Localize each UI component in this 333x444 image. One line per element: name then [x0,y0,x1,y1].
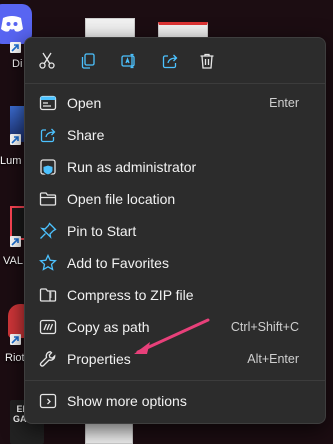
copy-icon [81,53,95,69]
desktop-icon-label: Di [12,58,23,70]
shortcut-arrow-icon [10,334,21,345]
wrench-icon [39,351,56,367]
open-icon [39,95,57,111]
scissors-icon [39,52,55,69]
annotation-arrow [134,318,210,354]
rename-button[interactable] [114,46,144,76]
file-thumbnail[interactable] [85,421,133,444]
menu-item-share[interactable]: Share [29,120,321,150]
delete-button[interactable] [192,46,222,76]
menu-separator [25,380,325,381]
desktop-icon-label: Riot [5,352,25,364]
menu-item-label: Properties [67,351,131,367]
shield-icon [40,159,56,176]
menu-item-run-as-administrator[interactable]: Run as administrator [29,152,321,182]
zip-folder-icon [39,288,57,302]
desktop-icon-label: VAL [3,255,23,267]
menu-item-open-file-location[interactable]: Open file location [29,184,321,214]
more-options-icon [39,393,57,409]
menu-item-shortcut: Ctrl+Shift+C [230,320,299,334]
copy-path-icon [39,319,57,335]
menu-item-show-more-options[interactable]: Show more options [29,386,321,416]
menu-item-label: Add to Favorites [67,255,169,271]
menu-item-label: Show more options [67,393,187,409]
share-button[interactable] [155,46,185,76]
menu-item-label: Share [67,127,105,143]
menu-item-label: Run as administrator [67,159,197,175]
cut-button[interactable] [32,46,62,76]
menu-item-add-to-favorites[interactable]: Add to Favorites [29,248,321,278]
menu-item-shortcut: Enter [269,96,299,110]
quick-actions-bar [25,46,325,76]
menu-separator [25,83,325,84]
star-icon [39,254,57,271]
copy-button[interactable] [73,46,103,76]
context-menu: Open Enter Share Run as administrator Op… [24,37,326,424]
menu-item-shortcut: Alt+Enter [247,352,299,366]
share-icon [40,128,56,143]
shortcut-arrow-icon [10,236,21,247]
share-icon [162,54,178,69]
menu-item-label: Compress to ZIP file [67,287,194,303]
shortcut-arrow-icon [10,42,21,53]
shortcut-arrow-icon [10,134,21,145]
menu-item-pin-to-start[interactable]: Pin to Start [29,216,321,246]
menu-item-open[interactable]: Open Enter [29,88,321,118]
folder-icon [39,192,57,206]
desktop-icon-label: Lum [0,155,22,167]
rename-icon [121,53,135,69]
menu-item-label: Pin to Start [67,223,137,239]
trash-icon [200,53,214,69]
menu-item-label: Open [67,95,102,111]
menu-item-label: Open file location [67,191,176,207]
menu-item-compress-to-zip[interactable]: Compress to ZIP file [29,280,321,310]
pin-icon [40,222,57,239]
